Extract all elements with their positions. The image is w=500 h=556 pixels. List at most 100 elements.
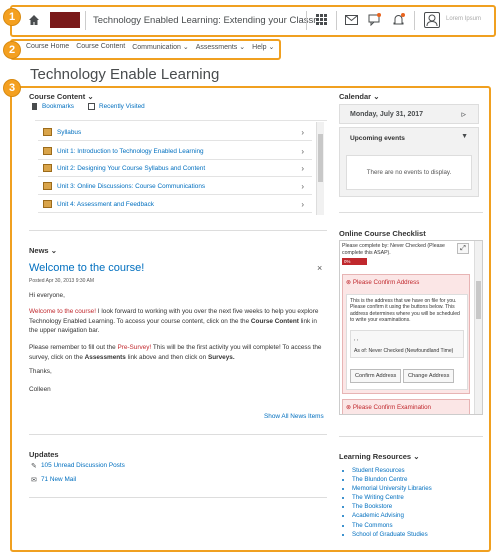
change-address-button[interactable]: Change Address <box>403 369 455 383</box>
news-heading-label: News <box>29 246 49 255</box>
news-greeting: Hi everyone, <box>29 292 65 299</box>
content-item-label: Unit 4: Assessment and Feedback <box>57 200 154 208</box>
no-events-panel: There are no events to display. <box>346 155 472 190</box>
nav-course-home[interactable]: Course Home <box>26 43 69 51</box>
chevron-right-icon: › <box>301 127 304 137</box>
nav-help-label: Help <box>252 44 267 51</box>
learning-resources-heading[interactable]: Learning Resources ⌄ <box>339 452 420 461</box>
confirm-address-button[interactable]: Confirm Address <box>350 369 402 383</box>
mail-icon[interactable] <box>345 15 358 25</box>
resource-link[interactable]: Student Resources <box>352 466 432 475</box>
nav-communication-label: Communication <box>132 44 181 51</box>
resource-link[interactable]: The Blundon Centre <box>352 475 432 484</box>
bell-icon[interactable] <box>392 13 405 26</box>
content-item[interactable]: Unit 4: Assessment and Feedback › <box>38 196 312 213</box>
upcoming-events-label[interactable]: Upcoming events <box>350 135 405 142</box>
chevron-right-icon[interactable]: ▹ <box>461 109 466 120</box>
news-item-title[interactable]: Welcome to the course! <box>29 262 144 274</box>
news-paragraph-2: Please remember to fill out the Pre-Surv… <box>29 343 327 362</box>
course-content-heading[interactable]: Course Content ⌄ <box>29 92 94 101</box>
chat-icon[interactable] <box>368 13 381 27</box>
news-posted-date: Posted Apr 30, 2013 9:30 AM <box>29 278 95 284</box>
news-p2-mid2: link above and then click on <box>125 353 208 361</box>
divider <box>306 11 307 30</box>
nav-assessments[interactable]: Assessments ⌄ <box>196 43 245 51</box>
callout-1: 1 <box>3 8 21 26</box>
user-name[interactable]: Lorem Ipsum <box>446 16 481 22</box>
chevron-right-icon: › <box>301 199 304 209</box>
divider <box>29 434 327 435</box>
unread-discussion-link[interactable]: 105 Unread Discussion Posts <box>41 462 125 469</box>
address-value-box: , , As of: Never Checked (Newfoundland T… <box>350 330 464 358</box>
news-p2-bold1: Assessments <box>84 353 126 361</box>
chevron-down-icon: ⌄ <box>268 44 275 51</box>
alert-icon: ⊗ <box>346 279 352 286</box>
recently-visited-link[interactable]: Recently Visited <box>99 103 145 110</box>
learning-resources-list: Student Resources The Blundon Centre Mem… <box>344 466 432 539</box>
bookmark-icon <box>32 103 37 110</box>
divider <box>336 11 337 30</box>
content-item-label: Unit 3: Online Discussions: Course Commu… <box>57 182 206 190</box>
avatar[interactable] <box>424 12 440 28</box>
news-thanks: Thanks, <box>29 368 52 375</box>
resource-link[interactable]: The Writing Centre <box>352 493 432 502</box>
university-logo[interactable] <box>50 12 80 28</box>
bookmarks-link[interactable]: Bookmarks <box>42 103 74 110</box>
learning-resources-heading-label: Learning Resources <box>339 452 412 461</box>
folder-icon <box>43 128 52 136</box>
content-item[interactable]: Unit 2: Designing Your Course Syllabus a… <box>38 160 312 177</box>
folder-icon <box>43 164 52 172</box>
chevron-right-icon: › <box>301 181 304 191</box>
checklist-item-address: ⊗ Please Confirm Address This is the add… <box>342 274 470 394</box>
resource-link[interactable]: Memorial University Libraries <box>352 484 432 493</box>
checklist-item-exam[interactable]: ⊗ Please Confirm Examination <box>342 399 470 414</box>
mail-small-icon: ✉ <box>31 477 37 484</box>
resource-link[interactable]: Academic Advising <box>352 511 432 520</box>
expand-icon[interactable]: ⤢ <box>457 243 469 254</box>
discussion-icon: ✎ <box>31 463 37 470</box>
home-icon[interactable] <box>28 14 40 26</box>
divider <box>414 11 415 30</box>
checklist-heading: Online Course Checklist <box>339 229 426 238</box>
resource-link[interactable]: The Bookstore <box>352 502 432 511</box>
calendar-heading[interactable]: Calendar ⌄ <box>339 92 380 101</box>
recent-icon <box>88 103 95 110</box>
callout-3: 3 <box>3 79 21 97</box>
show-all-news-link[interactable]: Show All News Items <box>264 413 324 420</box>
calendar-date: Monday, July 31, 2017 <box>350 111 424 118</box>
resource-link[interactable]: School of Graduate Studies <box>352 530 432 539</box>
nav-communication[interactable]: Communication ⌄ <box>132 43 188 51</box>
folder-icon <box>43 147 52 155</box>
new-mail-link[interactable]: 71 New Mail <box>41 476 76 483</box>
calendar-date-box[interactable]: Monday, July 31, 2017 ▹ <box>339 104 479 124</box>
content-item[interactable]: Unit 3: Online Discussions: Course Commu… <box>38 178 312 195</box>
resource-link[interactable]: The Commons <box>352 521 432 530</box>
checklist-item-exam-header: ⊗ Please Confirm Examination <box>346 404 431 411</box>
news-signature: Colleen <box>29 386 51 393</box>
divider <box>339 436 483 437</box>
chevron-down-icon: ⌄ <box>239 44 246 51</box>
calendar-heading-label: Calendar <box>339 92 372 101</box>
close-icon[interactable]: × <box>317 263 322 273</box>
news-heading[interactable]: News ⌄ <box>29 246 57 255</box>
content-scrollbar[interactable] <box>316 122 324 215</box>
caret-down-icon[interactable]: ▼ <box>461 133 468 140</box>
scroll-thumb[interactable] <box>318 134 323 182</box>
nav-help[interactable]: Help ⌄ <box>252 43 274 51</box>
checklist-item-address-header[interactable]: ⊗ Please Confirm Address <box>346 279 419 286</box>
course-title: Technology Enabled Learning: Extending y… <box>93 15 324 26</box>
news-p2-start: Please remember to fill out the <box>29 344 118 351</box>
scroll-thumb[interactable] <box>476 281 481 319</box>
grid-icon[interactable] <box>316 14 327 25</box>
divider <box>85 11 86 30</box>
content-item[interactable]: Unit 1: Introduction to Technology Enabl… <box>38 143 312 160</box>
callout-2: 2 <box>3 41 21 59</box>
progress-bar: 0% Complete <box>342 258 367 271</box>
nav-course-content[interactable]: Course Content <box>76 43 125 51</box>
checklist-scrollbar[interactable] <box>474 241 482 414</box>
content-item-label: Syllabus <box>57 128 82 136</box>
content-item-label: Unit 1: Introduction to Technology Enabl… <box>57 147 204 155</box>
checklist-item-address-title: Please Confirm Address <box>352 279 420 286</box>
content-item[interactable]: Syllabus › <box>38 124 312 141</box>
chevron-down-icon: ⌄ <box>87 92 94 101</box>
